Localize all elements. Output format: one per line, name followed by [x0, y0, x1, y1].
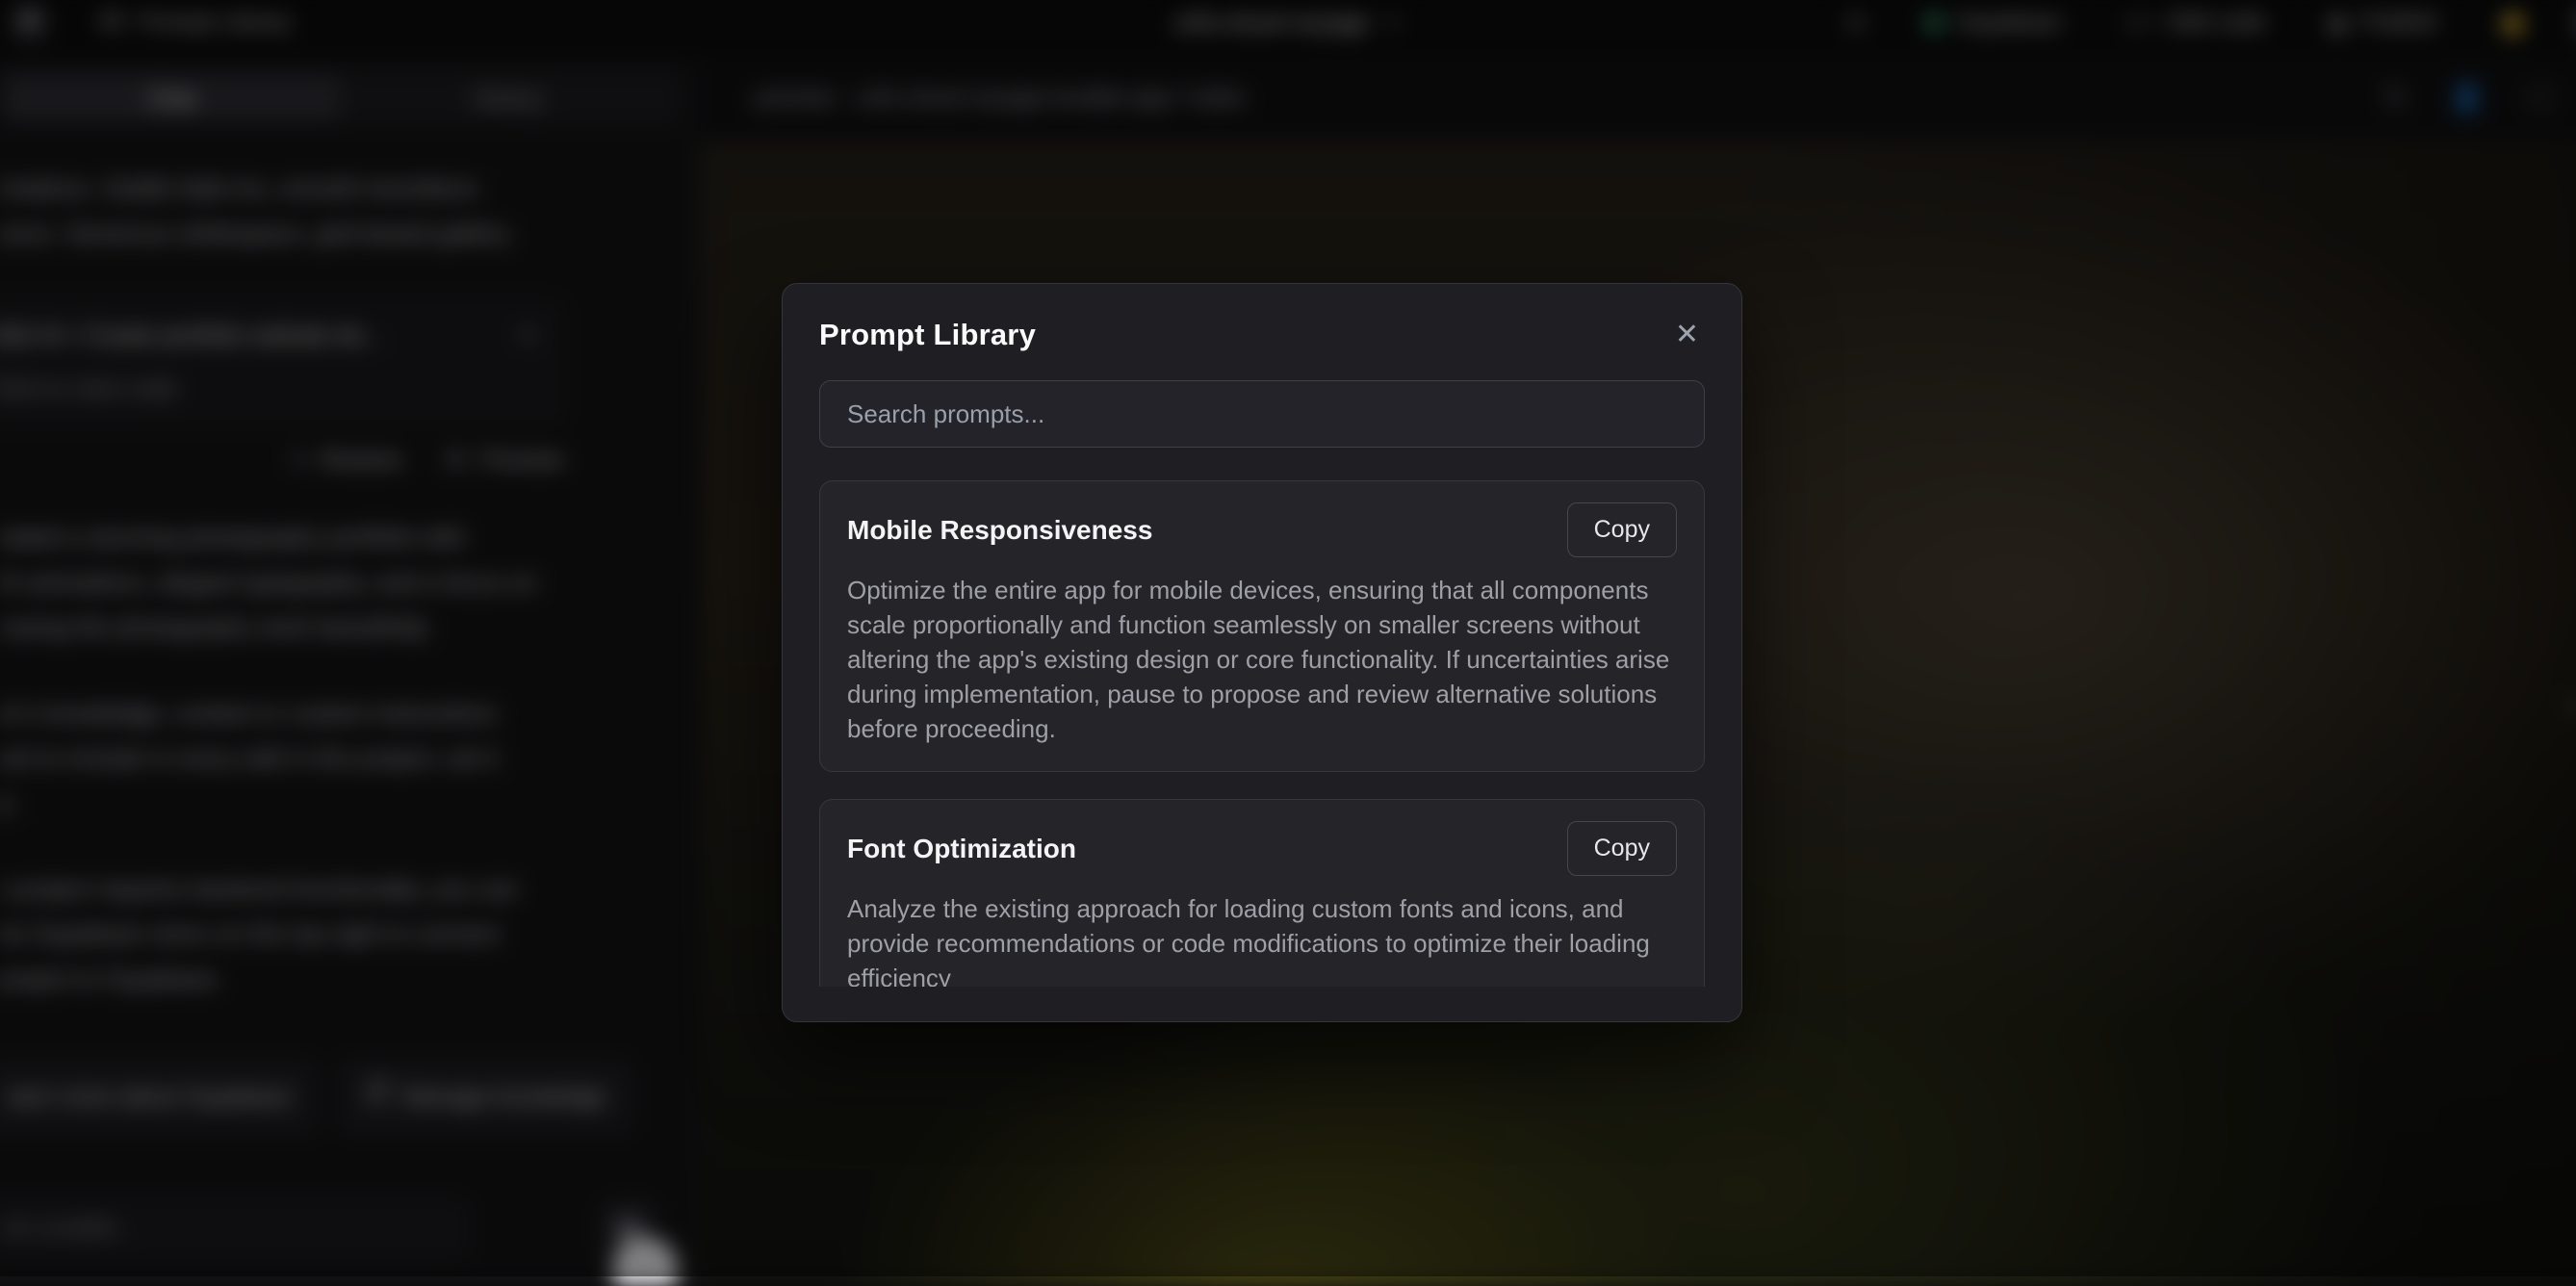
search-input[interactable]	[819, 380, 1705, 448]
modal-header: Prompt Library ✕	[819, 317, 1705, 353]
prompt-title: Font Optimization	[847, 834, 1076, 864]
copy-button[interactable]: Copy	[1567, 821, 1677, 876]
prompt-card: Mobile Responsiveness Copy Optimize the …	[819, 480, 1705, 772]
close-icon[interactable]: ✕	[1669, 317, 1705, 353]
prompt-library-modal: Prompt Library ✕ Mobile Responsiveness C…	[782, 283, 1742, 1022]
prompt-body: Optimize the entire app for mobile devic…	[847, 573, 1677, 746]
modal-title: Prompt Library	[819, 318, 1036, 352]
prompt-body: Analyze the existing approach for loadin…	[847, 891, 1677, 987]
prompt-title: Mobile Responsiveness	[847, 515, 1152, 546]
prompt-list: Mobile Responsiveness Copy Optimize the …	[819, 480, 1705, 987]
prompt-card: Font Optimization Copy Analyze the exist…	[819, 799, 1705, 987]
copy-button[interactable]: Copy	[1567, 502, 1677, 557]
